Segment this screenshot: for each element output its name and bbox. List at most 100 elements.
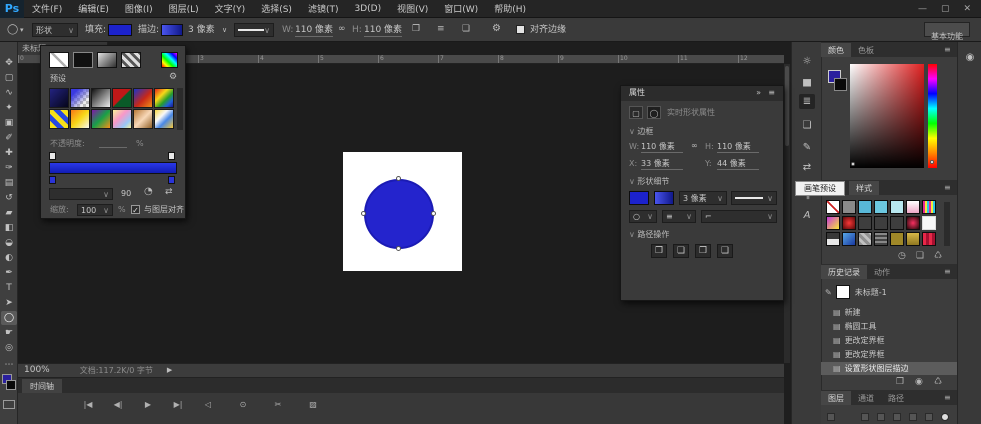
color-picker-icon[interactable] (161, 52, 178, 68)
adjustments-icon[interactable]: ☼ (799, 54, 815, 69)
stroke-cap-dropdown[interactable]: ≡∨ (662, 210, 696, 223)
prop-stroke-swatch[interactable] (654, 191, 674, 205)
move-tool[interactable]: ✥ (1, 56, 17, 70)
photoshop-logo[interactable]: Ps (0, 0, 24, 18)
new-style-icon[interactable]: ❏ (916, 251, 924, 261)
style-swatch[interactable] (890, 216, 904, 230)
live-rectangle-icon[interactable]: ▢ (629, 106, 643, 119)
style-swatch[interactable] (842, 200, 856, 214)
style-swatch[interactable] (906, 232, 920, 246)
section-path-operations[interactable]: ∨ 路径操作 (629, 229, 669, 240)
menu-3d[interactable]: 3D(D) (354, 4, 381, 14)
fill-color-swatch[interactable] (108, 24, 132, 36)
eraser-tool[interactable]: ▰ (1, 206, 17, 220)
opacity-stop[interactable] (168, 152, 175, 160)
clock-icon[interactable]: ◷ (898, 251, 906, 261)
gradient-method-dropdown[interactable]: ∨ (49, 188, 113, 200)
style-swatch[interactable] (826, 232, 840, 246)
character-styles-icon[interactable]: A (799, 208, 815, 223)
panel-menu-icon[interactable]: ≡ (944, 267, 951, 276)
transition-button[interactable]: ▨ (303, 398, 323, 412)
gradient-preset[interactable] (70, 88, 90, 108)
panel-menu-icon[interactable]: ≡ (768, 89, 775, 97)
section-shape-details[interactable]: ∨ 形状细节 (629, 176, 669, 187)
trash-icon[interactable]: ♺ (934, 251, 942, 261)
stroke-gradient-swatch[interactable] (161, 24, 183, 36)
new-document-from-state-icon[interactable]: ❐ (896, 377, 904, 387)
panel-menu-icon[interactable]: ≡ (944, 45, 951, 54)
no-color-button[interactable] (49, 52, 69, 68)
menu-help[interactable]: 帮助(H) (494, 2, 526, 15)
style-swatch[interactable] (922, 200, 936, 214)
hue-slider[interactable] (928, 64, 937, 168)
shape-width-value[interactable]: 110 像素 (295, 25, 333, 37)
menu-layer[interactable]: 图层(L) (169, 2, 199, 15)
style-swatch[interactable] (906, 200, 920, 214)
history-snapshot-row[interactable]: ✎ 未标题-1 (821, 283, 957, 301)
healing-brush-tool[interactable]: ✚ (1, 146, 17, 160)
tab-paths[interactable]: 路径 (881, 391, 911, 405)
style-swatch[interactable] (922, 232, 936, 246)
clone-source-icon[interactable]: ⇄ (799, 160, 815, 175)
minimize-icon[interactable]: — (918, 4, 927, 14)
gradient-preset[interactable] (154, 88, 174, 108)
style-swatch[interactable] (890, 232, 904, 246)
play-button[interactable]: ▶ (138, 398, 158, 412)
history-brush-source-icon[interactable]: ✎ (825, 288, 832, 297)
gradient-preset[interactable] (70, 109, 90, 129)
trash-icon[interactable]: ♺ (934, 377, 942, 387)
menu-select[interactable]: 选择(S) (261, 2, 292, 15)
gradient-preset[interactable] (133, 88, 153, 108)
quick-mask-button[interactable] (3, 400, 15, 409)
gradient-preset[interactable] (112, 88, 132, 108)
first-frame-button[interactable]: |◀ (78, 398, 98, 412)
stroke-width-value[interactable]: 3 像素 (188, 25, 215, 36)
lasso-tool[interactable]: ∿ (1, 86, 17, 100)
styles-scrollbar[interactable] (944, 202, 950, 246)
exclude-shapes-icon[interactable]: ❏ (717, 244, 733, 258)
anchor-point-top[interactable] (396, 176, 401, 181)
style-swatch[interactable] (842, 216, 856, 230)
style-swatch[interactable] (874, 200, 888, 214)
crop-tool[interactable]: ▣ (1, 116, 17, 130)
pattern-button[interactable] (121, 52, 141, 68)
tool-mode-dropdown[interactable]: 形状∨ (32, 23, 78, 37)
prop-stroke-width-dropdown[interactable]: 3 像素∨ (679, 191, 727, 205)
gradient-preset[interactable] (49, 109, 69, 129)
audio-button[interactable]: ◁ (198, 398, 218, 412)
scale-dropdown[interactable]: 100∨ (77, 204, 113, 216)
gradient-preset[interactable] (91, 88, 111, 108)
prop-fill-swatch[interactable] (629, 191, 649, 205)
prop-stroke-type-dropdown[interactable]: ∨ (731, 191, 777, 205)
hand-tool[interactable]: ☛ (1, 326, 17, 340)
ellipse-shape[interactable] (364, 179, 434, 249)
marquee-tool[interactable]: ▢ (1, 71, 17, 85)
menu-edit[interactable]: 编辑(E) (78, 2, 109, 15)
maximize-icon[interactable]: ▢ (941, 4, 950, 14)
section-bounds[interactable]: ∨ 边框 (629, 126, 653, 137)
menu-file[interactable]: 文件(F) (32, 2, 62, 15)
angle-value[interactable]: 90 (121, 189, 131, 199)
color-stop[interactable] (168, 176, 175, 184)
panel-menu-icon[interactable]: ≡ (944, 393, 951, 402)
tab-swatches[interactable]: 色板 (851, 43, 881, 57)
panel-menu-icon[interactable]: ≡ (944, 183, 951, 192)
history-row[interactable]: ▤ 椭圆工具 (821, 320, 957, 333)
menu-filter[interactable]: 滤镜(T) (308, 2, 339, 15)
histogram-icon[interactable]: ▅ (799, 74, 815, 89)
style-swatch[interactable] (858, 216, 872, 230)
color-background-swatch[interactable] (834, 78, 847, 91)
path-arrangement-icon[interactable]: ❏ (462, 25, 470, 34)
opacity-stop[interactable] (49, 152, 56, 160)
gradient-button[interactable] (97, 52, 117, 68)
prop-y-value[interactable]: 44 像素 (717, 159, 759, 170)
style-swatch[interactable] (874, 216, 888, 230)
link-dimensions-icon[interactable]: ∞ (691, 142, 698, 150)
style-swatch[interactable] (890, 200, 904, 214)
anchor-point-right[interactable] (431, 211, 436, 216)
gradient-preset[interactable] (49, 88, 69, 108)
collapse-panel-icon[interactable]: » (756, 89, 761, 97)
stroke-align-dropdown[interactable]: ○∨ (629, 210, 657, 223)
stroke-type-dropdown[interactable]: ∨ (234, 23, 274, 37)
style-swatch[interactable] (906, 216, 920, 230)
